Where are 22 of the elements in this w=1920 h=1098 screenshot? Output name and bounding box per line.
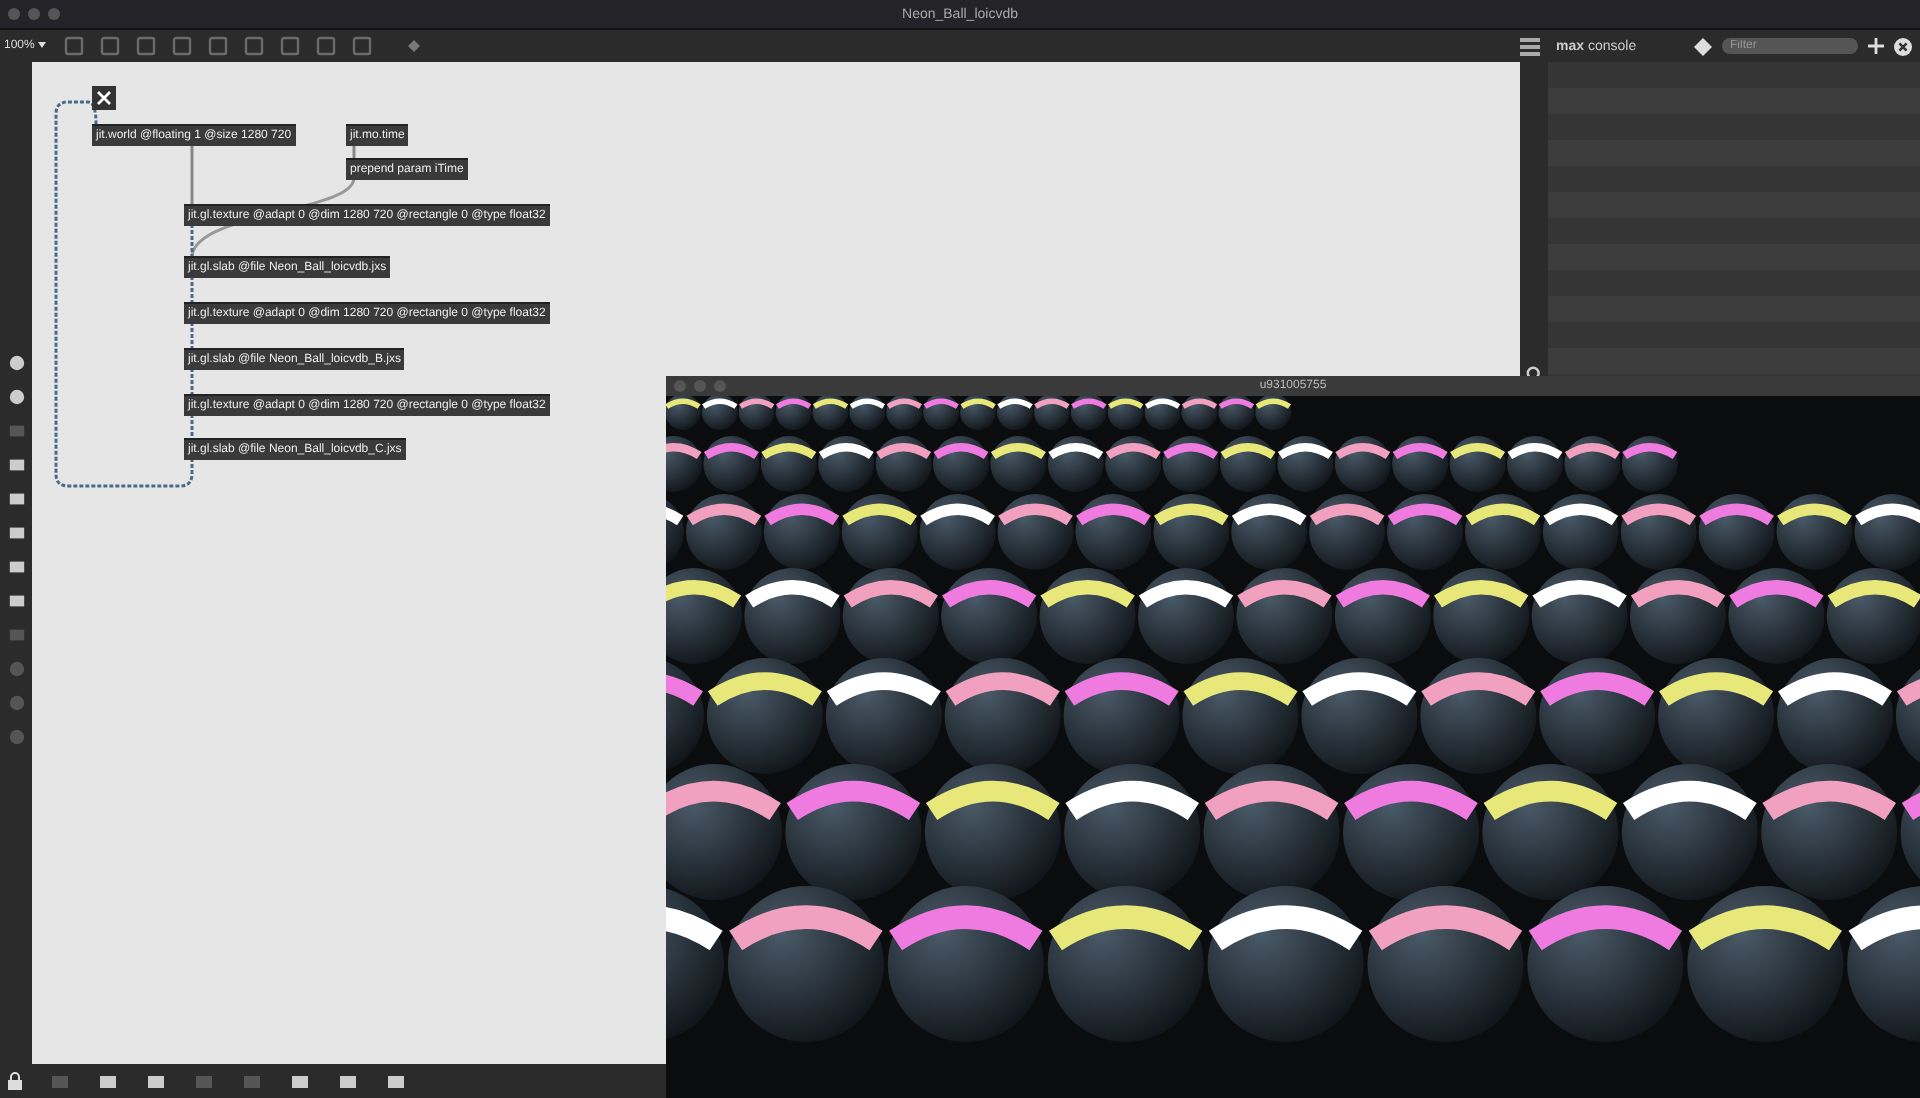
toolbar-square-icon[interactable]: [290, 1073, 310, 1089]
add-icon[interactable]: [1868, 38, 1884, 54]
zoom-window-dot[interactable]: [714, 380, 726, 392]
toolbar-square-icon[interactable]: [338, 1073, 358, 1089]
circle-icon[interactable]: [7, 660, 25, 678]
close-window-dot[interactable]: [674, 380, 686, 392]
toolbar-square-icon[interactable]: [386, 1073, 406, 1089]
toggle[interactable]: [92, 86, 116, 110]
minimize-window-dot[interactable]: [694, 380, 706, 392]
close-window-dot[interactable]: [8, 8, 20, 20]
minimize-window-dot[interactable]: [28, 8, 40, 20]
caret-icon: [38, 42, 47, 48]
toolbar-square-icon[interactable]: [98, 1073, 118, 1089]
zoom-window-dot[interactable]: [48, 8, 60, 20]
close-icon[interactable]: [1894, 37, 1912, 55]
lock-icon[interactable]: [8, 1072, 22, 1090]
circle-icon[interactable]: [7, 694, 25, 712]
diamond-icon[interactable]: [1694, 37, 1712, 55]
rectangle-icon[interactable]: [7, 422, 25, 440]
toolbar-square-icon[interactable]: [146, 1073, 166, 1089]
list-icon[interactable]: [1520, 37, 1540, 55]
rectangle-icon[interactable]: [7, 626, 25, 644]
